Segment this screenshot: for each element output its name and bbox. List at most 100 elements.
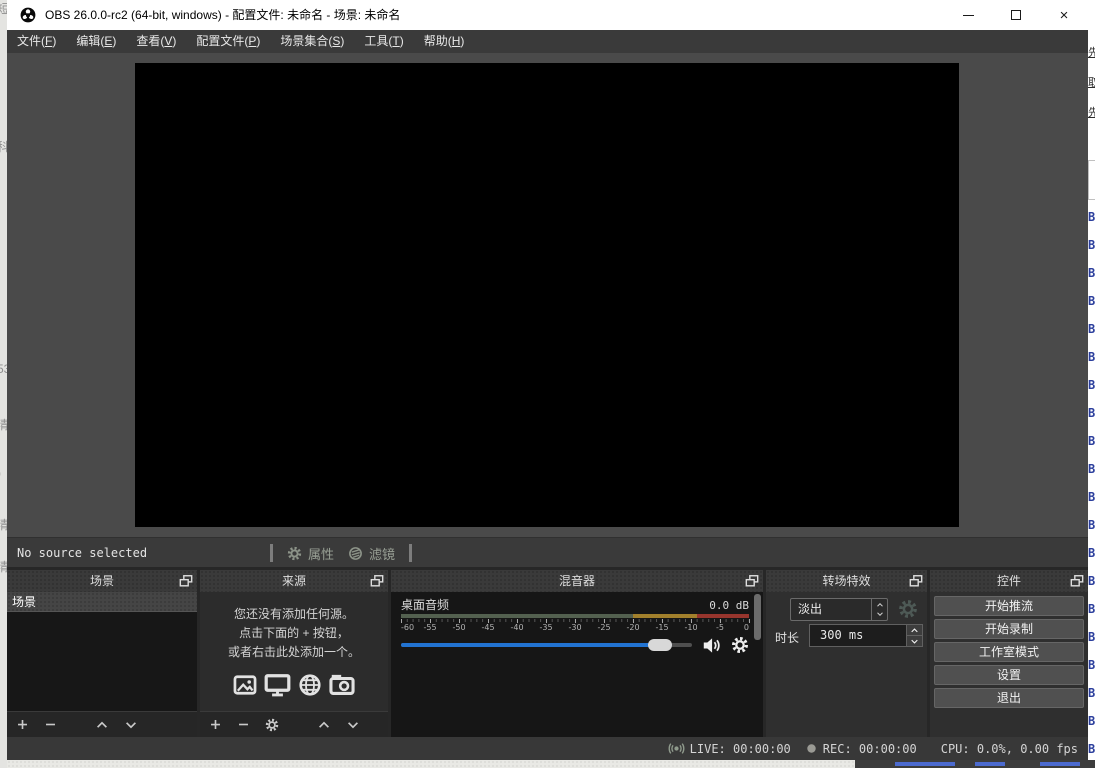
add-scene-button plus-icon[interactable] xyxy=(16,718,29,731)
scene-list[interactable]: 场景 xyxy=(7,592,197,711)
menu-item-scene-collection[interactable]: 场景集合(S) xyxy=(270,30,354,53)
remove-scene-button minus-icon[interactable] xyxy=(44,718,57,731)
popout-icon xyxy=(909,574,923,588)
browser-source-icon globe-icon xyxy=(298,673,322,697)
chevron-up-icon xyxy=(876,601,884,609)
meter-label-row: -60 -55 -50 -45 -40 -35 -30 -25 -20 -15 -10 -5 0 xyxy=(401,623,749,632)
image-source-icon xyxy=(233,673,257,697)
background-glyph: 清 xyxy=(0,518,7,532)
desktop: 短科53清)清清 BBBBBBBBBBBBBBBBBBBB 先取先 OBS 26… xyxy=(0,0,1095,768)
background-glyph: 清 xyxy=(0,560,7,574)
mute-button speaker-icon[interactable] xyxy=(702,636,721,655)
duration-spin-buttons xyxy=(906,625,922,646)
properties-label: 属性 xyxy=(308,546,335,562)
transition-select[interactable]: 淡出 xyxy=(790,598,888,621)
controls-panel-header[interactable]: 控件 xyxy=(930,570,1088,592)
background-glyph: B xyxy=(1088,266,1095,280)
menu-item-file[interactable]: 文件(F) xyxy=(7,30,66,53)
background-glyph: 清 xyxy=(0,418,7,432)
menu-item-tools[interactable]: 工具(T) xyxy=(354,30,413,53)
mixer-settings-button gear-icon[interactable] xyxy=(731,636,749,654)
obs-logo-icon xyxy=(20,7,36,23)
chevron-up-icon xyxy=(910,626,919,635)
duration-increase-button[interactable] xyxy=(907,625,922,635)
background-box xyxy=(1088,160,1095,200)
start-recording-button[interactable]: 开始录制 xyxy=(934,619,1084,639)
title-bar[interactable]: OBS 26.0.0-rc2 (64-bit, windows) - 配置文件:… xyxy=(7,0,1088,30)
menu-item-edit[interactable]: 编辑(E) xyxy=(66,30,126,53)
background-glyph: 先 xyxy=(1088,47,1095,59)
transition-select-arrows xyxy=(871,599,887,620)
record-icon xyxy=(805,742,818,755)
transition-properties-button gear-icon[interactable] xyxy=(898,599,918,619)
remove-source-button minus-icon[interactable] xyxy=(237,718,250,731)
scene-list-item[interactable]: 场景 xyxy=(7,592,197,612)
obs-window: OBS 26.0.0-rc2 (64-bit, windows) - 配置文件:… xyxy=(7,0,1088,760)
background-glyph: B xyxy=(1088,714,1095,728)
move-scene-up-button chevron-up-icon[interactable] xyxy=(95,718,109,732)
background-glyph: ) xyxy=(0,466,1,480)
studio-mode-button[interactable]: 工作室模式 xyxy=(934,642,1084,662)
window-controls: × xyxy=(944,0,1088,30)
transitions-panel-header[interactable]: 转场特效 xyxy=(766,570,927,592)
background-dash xyxy=(895,762,955,766)
start-streaming-button[interactable]: 开始推流 xyxy=(934,596,1084,616)
close-button[interactable]: × xyxy=(1040,0,1088,30)
minimize-button[interactable] xyxy=(944,0,992,30)
sources-panel-title: 来源 xyxy=(281,574,306,588)
background-dash xyxy=(1040,762,1080,766)
maximize-button[interactable] xyxy=(992,0,1040,30)
background-glyph: B xyxy=(1088,462,1095,476)
background-glyph: B xyxy=(1088,210,1095,224)
properties-button[interactable]: 属性 xyxy=(287,544,334,563)
background-glyph: B xyxy=(1088,602,1095,616)
filters-button[interactable]: 滤镜 xyxy=(348,544,395,563)
menu-item-help[interactable]: 帮助(H) xyxy=(414,30,475,53)
background-glyph: B xyxy=(1088,238,1095,252)
meter-tick-label: -35 xyxy=(539,623,553,632)
background-glyph: 取 xyxy=(1088,77,1095,89)
duration-label: 时长 xyxy=(775,631,800,645)
mixer-scrollbar-thumb[interactable] xyxy=(754,594,761,640)
chevron-down-icon xyxy=(910,637,919,646)
dock-panels: 场景 场景 来源 您还没有添加任何源。 点击下面的 + 按钮， 或者右击此处添加… xyxy=(7,567,1088,737)
sources-empty-area[interactable]: 您还没有添加任何源。 点击下面的 + 按钮， 或者右击此处添加一个。 xyxy=(200,592,388,711)
scenes-panel-header[interactable]: 场景 xyxy=(7,570,197,592)
minimize-icon xyxy=(962,14,974,16)
duration-decrease-button[interactable] xyxy=(907,635,922,646)
background-glyph: B xyxy=(1088,546,1095,560)
preview-canvas[interactable] xyxy=(135,63,959,527)
menu-item-view[interactable]: 查看(V) xyxy=(126,30,186,53)
meter-tick-label: -40 xyxy=(510,623,524,632)
transition-selected-value: 淡出 xyxy=(798,602,823,616)
move-source-up-button chevron-up-icon[interactable] xyxy=(317,718,331,732)
mixer-panel-header[interactable]: 混音器 xyxy=(391,570,763,592)
meter-tick-label: 0 xyxy=(743,623,749,632)
menu-item-profile[interactable]: 配置文件(P) xyxy=(186,30,270,53)
background-glyph: B xyxy=(1088,686,1095,700)
volume-slider-handle[interactable] xyxy=(647,639,672,651)
move-source-down-button chevron-down-icon[interactable] xyxy=(346,718,360,732)
toolbar-separator xyxy=(270,544,273,562)
scenes-toolbar xyxy=(7,711,197,737)
controls-body: 开始推流 开始录制 工作室模式 设置 退出 xyxy=(930,592,1088,737)
volume-slider[interactable] xyxy=(401,639,692,651)
settings-button[interactable]: 设置 xyxy=(934,665,1084,685)
add-source-button plus-icon[interactable] xyxy=(209,718,222,731)
move-scene-down-button chevron-down-icon[interactable] xyxy=(124,718,138,732)
meter-tick-label: -15 xyxy=(655,623,669,632)
broadcast-icon xyxy=(668,740,685,757)
duration-spinbox[interactable]: 300 ms xyxy=(809,624,923,647)
live-time: LIVE: 00:00:00 xyxy=(689,741,791,756)
transitions-panel: 转场特效 淡出 时长 300 ms xyxy=(766,570,927,737)
source-properties-button gear-icon[interactable] xyxy=(265,718,279,732)
source-type-icons xyxy=(233,671,355,698)
exit-button[interactable]: 退出 xyxy=(934,688,1084,708)
meter-tick-label: -55 xyxy=(423,623,437,632)
sources-panel-header[interactable]: 来源 xyxy=(200,570,388,592)
background-glyph: B xyxy=(1088,322,1095,336)
sources-panel: 来源 您还没有添加任何源。 点击下面的 + 按钮， 或者右击此处添加一个。 xyxy=(200,570,388,737)
mixer-channel: 桌面音频 0.0 dB -60 -55 -50 -45 -40 -35 -30 -25 -20-… xyxy=(391,592,763,737)
meter-tick-label: -10 xyxy=(684,623,698,632)
transitions-body: 淡出 时长 300 ms xyxy=(766,592,927,737)
